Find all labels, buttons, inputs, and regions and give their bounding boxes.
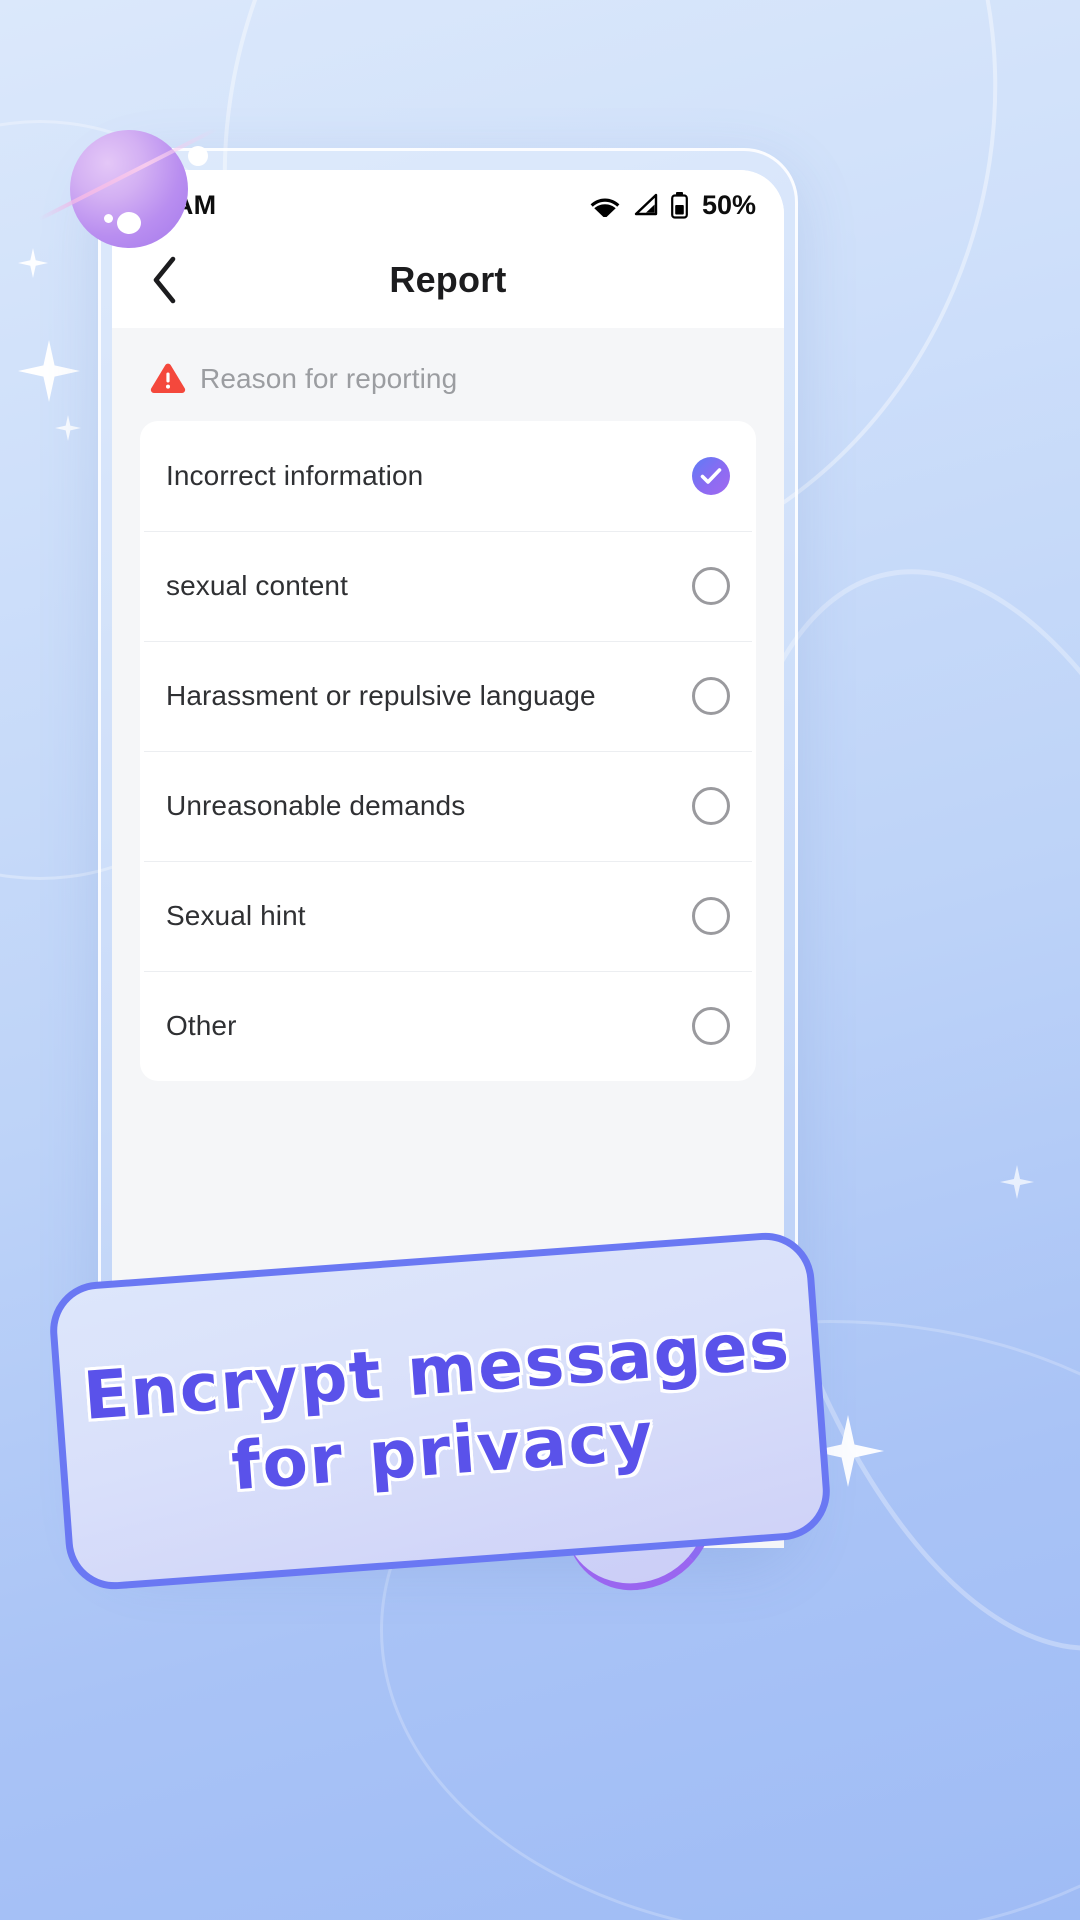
reason-option-label: Other bbox=[166, 1010, 237, 1041]
reason-option-label: Harassment or repulsive language bbox=[166, 680, 596, 711]
radio-unselected-icon[interactable] bbox=[692, 677, 730, 715]
back-button[interactable] bbox=[134, 249, 196, 311]
wifi-icon bbox=[590, 198, 620, 217]
check-icon bbox=[700, 468, 722, 484]
battery-percentage: 50% bbox=[701, 189, 756, 220]
reason-option-sexual-content[interactable]: sexual content bbox=[144, 531, 752, 641]
reason-option-label: sexual content bbox=[166, 570, 348, 601]
reason-option-label: Incorrect information bbox=[166, 460, 424, 491]
reason-option-harassment[interactable]: Harassment or repulsive language bbox=[144, 641, 752, 751]
reason-option-incorrect-information[interactable]: Incorrect information bbox=[144, 421, 752, 531]
battery-icon bbox=[671, 192, 688, 219]
reason-option-label: Sexual hint bbox=[166, 900, 306, 931]
radio-selected-icon[interactable] bbox=[692, 457, 730, 495]
radio-unselected-icon[interactable] bbox=[692, 567, 730, 605]
status-bar-time: 0 AM bbox=[152, 189, 217, 220]
submit-button-container: Report bbox=[112, 1368, 784, 1452]
page-title: Report bbox=[389, 259, 507, 300]
sparkle-icon bbox=[1000, 1165, 1034, 1199]
sparkle-icon bbox=[18, 340, 80, 402]
chevron-left-icon bbox=[153, 256, 176, 304]
cellular-signal-icon bbox=[634, 193, 658, 216]
phone-screen: 0 AM 50% Report Reason for reporting Inc… bbox=[112, 170, 784, 1548]
report-reason-list: Incorrect information sexual content Har… bbox=[140, 421, 756, 1081]
content-area: Reason for reporting Incorrect informati… bbox=[112, 328, 784, 1548]
nav-header: Report bbox=[112, 232, 784, 328]
reason-label: Reason for reporting bbox=[200, 362, 458, 394]
sparkle-icon bbox=[18, 248, 48, 278]
promo-screenshot-root: 0 AM 50% Report Reason for reporting Inc… bbox=[0, 0, 1080, 1920]
reason-header: Reason for reporting bbox=[112, 328, 784, 421]
reason-option-unreasonable-demands[interactable]: Unreasonable demands bbox=[144, 751, 752, 861]
radio-unselected-icon[interactable] bbox=[692, 787, 730, 825]
status-bar-icons: 50% bbox=[589, 190, 756, 221]
radio-unselected-icon[interactable] bbox=[692, 897, 730, 935]
status-bar: 0 AM 50% bbox=[112, 170, 784, 232]
radio-unselected-icon[interactable] bbox=[692, 1007, 730, 1045]
reason-option-other[interactable]: Other bbox=[144, 971, 752, 1081]
reason-option-label: Unreasonable demands bbox=[166, 790, 466, 821]
reason-option-sexual-hint[interactable]: Sexual hint bbox=[144, 861, 752, 971]
warning-triangle-icon bbox=[150, 363, 186, 393]
report-submit-button[interactable]: Report bbox=[146, 1368, 750, 1452]
sparkle-icon bbox=[812, 1415, 884, 1487]
sparkle-icon bbox=[55, 415, 81, 441]
